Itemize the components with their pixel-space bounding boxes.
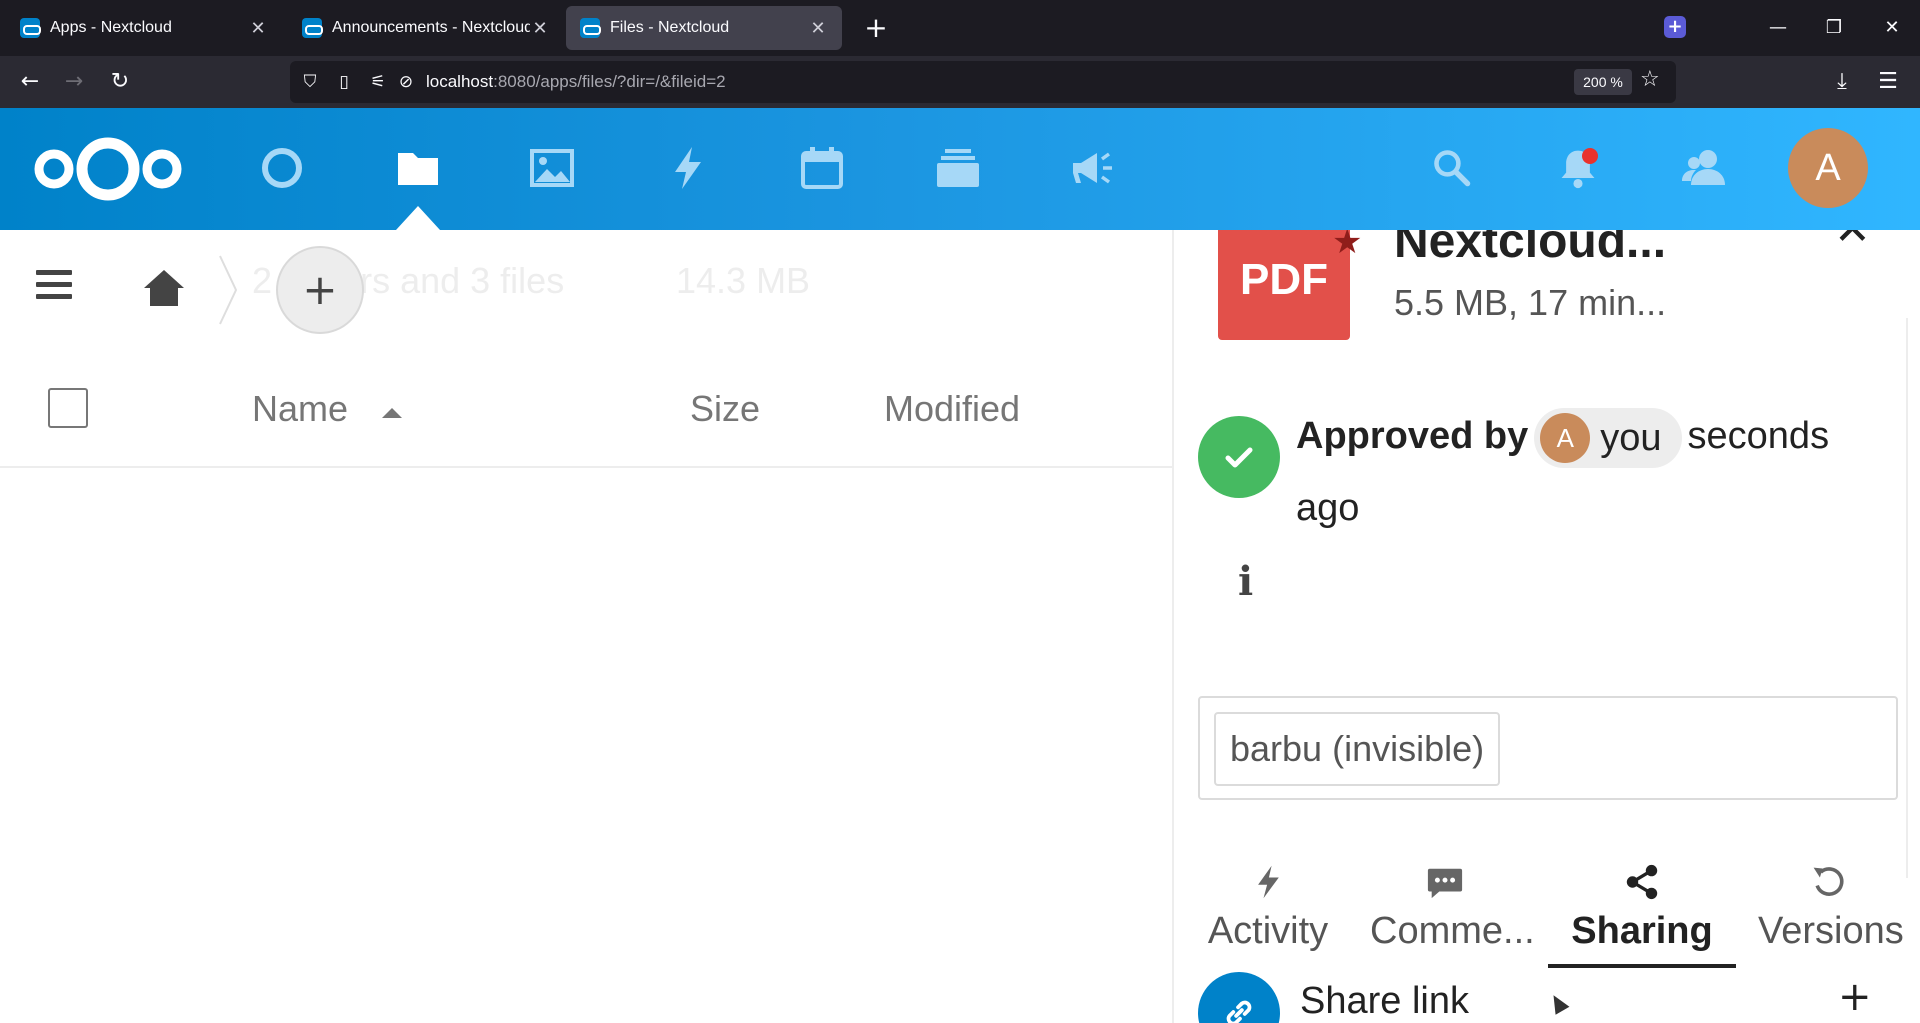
tab-label: Versions (1758, 910, 1904, 952)
versions-icon (1758, 858, 1898, 906)
permissions-icon[interactable]: ⚟ (366, 69, 390, 95)
nextcloud-favicon-icon (580, 18, 601, 38)
browser-tab-files[interactable]: Files - Nextcloud ✕ (566, 6, 842, 50)
comments-icon (1370, 858, 1520, 906)
close-window-icon[interactable]: ✕ (1872, 10, 1912, 46)
tab-comments[interactable]: Comme... (1370, 858, 1535, 966)
new-file-button[interactable]: + (276, 246, 364, 334)
column-name-header[interactable]: Name (252, 388, 348, 430)
tab-activity[interactable]: Activity (1196, 858, 1340, 966)
approver-name: you (1600, 416, 1662, 459)
nextcloud-header: A (0, 108, 1920, 230)
photos-icon[interactable] (522, 138, 582, 198)
url-host: localhost (426, 72, 494, 91)
dashboard-icon[interactable] (252, 138, 312, 198)
url-text[interactable]: localhost:8080/apps/files/?dir=/&fileid=… (426, 72, 726, 92)
tracking-blocked-icon[interactable]: ⊘ (394, 69, 418, 95)
active-app-indicator (396, 206, 440, 230)
select-all-checkbox[interactable] (48, 388, 88, 428)
approved-check-icon (1198, 416, 1280, 498)
add-share-link-icon[interactable]: + (1838, 974, 1872, 1020)
files-list-area: 2 folders and 3 files 14.3 MB + Name Siz… (0, 230, 1172, 1023)
forward-arrow-icon[interactable]: → (56, 64, 92, 100)
browser-tab-bar: Apps - Nextcloud ✕ Announcements - Nextc… (0, 0, 1920, 56)
nextcloud-logo-icon[interactable] (30, 130, 186, 208)
active-tab-underline (1548, 964, 1736, 968)
download-icon[interactable]: ⤓ (1824, 64, 1860, 100)
user-avatar[interactable]: A (1788, 128, 1868, 208)
list-header-divider (0, 466, 1172, 468)
browser-tab-apps[interactable]: Apps - Nextcloud ✕ (6, 6, 282, 50)
breadcrumb-separator-icon (219, 255, 238, 325)
tab-title: Files - Nextcloud (610, 19, 730, 36)
tab-title: Apps - Nextcloud (50, 19, 172, 36)
approver-avatar: A (1540, 412, 1591, 463)
bookmark-star-icon[interactable]: ☆ (1640, 67, 1660, 92)
system-tag[interactable]: barbu (invisible) (1214, 712, 1501, 786)
share-link-label: Share link (1300, 980, 1469, 1022)
files-total-size: 14.3 MB (676, 260, 811, 301)
tab-sharing[interactable]: Sharing (1548, 858, 1736, 966)
pdf-thumbnail: PDF (1218, 230, 1350, 340)
back-arrow-icon[interactable]: ← (12, 64, 48, 100)
approval-prefix: Approved by (1296, 415, 1529, 457)
link-icon (1198, 972, 1280, 1023)
page-info-icon[interactable]: ▯ (332, 69, 356, 95)
menu-icon[interactable]: ☰ (1870, 64, 1906, 100)
search-icon[interactable] (1422, 138, 1482, 198)
sort-ascending-icon[interactable] (382, 408, 402, 418)
activity-icon[interactable] (658, 138, 718, 198)
notification-dot (1582, 148, 1598, 164)
column-modified-header[interactable]: Modified (884, 388, 1020, 430)
approval-status: Approved by Ayou seconds ago (1296, 400, 1896, 544)
browser-nav-bar: ← → ↻ ⛉ ▯ ⚟ ⊘ localhost:8080/apps/files/… (0, 56, 1920, 108)
close-tab-icon[interactable]: ✕ (248, 18, 268, 39)
announcements-icon[interactable] (1062, 138, 1122, 198)
deck-icon[interactable] (928, 138, 988, 198)
file-details-sidebar: PDF ★ Nextcloud... 5.5 MB, 17 min... ✕ A… (1172, 230, 1920, 1023)
minimize-window-icon[interactable]: — (1758, 10, 1798, 46)
calendar-icon[interactable] (792, 138, 852, 198)
shield-icon[interactable]: ⛉ (298, 69, 322, 95)
tab-versions[interactable]: Versions (1758, 858, 1904, 966)
sidebar-scrollbar[interactable] (1906, 318, 1908, 878)
zoom-level[interactable]: 200 % (1574, 69, 1632, 95)
files-icon[interactable] (388, 138, 448, 198)
browser-tab-announcements[interactable]: Announcements - Nextcloud ✕ (288, 6, 564, 50)
tab-label: Comme... (1370, 910, 1535, 952)
activity-icon (1196, 858, 1340, 906)
favorite-star-icon[interactable]: ★ (1332, 230, 1362, 262)
navigation-toggle-icon[interactable] (36, 270, 72, 306)
tab-label: Sharing (1571, 910, 1713, 952)
share-link-row[interactable]: Share link + (1198, 970, 1898, 1023)
nextcloud-favicon-icon (302, 18, 323, 38)
restore-window-icon[interactable]: ❐ (1814, 10, 1854, 46)
column-size-header[interactable]: Size (690, 388, 760, 430)
url-bar[interactable]: ⛉ ▯ ⚟ ⊘ localhost:8080/apps/files/?dir=/… (290, 61, 1676, 103)
close-sidebar-icon[interactable]: ✕ (1834, 230, 1871, 255)
contacts-icon[interactable] (1674, 138, 1734, 198)
url-path: :8080/apps/files/?dir=/&fileid=2 (493, 72, 726, 91)
home-breadcrumb-icon[interactable] (142, 266, 186, 314)
sidebar-file-meta: 5.5 MB, 17 min... (1394, 282, 1667, 323)
close-tab-icon[interactable]: ✕ (530, 18, 550, 39)
system-tags-input[interactable]: barbu (invisible) (1198, 696, 1898, 800)
approver-user-chip[interactable]: Ayou (1534, 407, 1682, 468)
new-tab-button[interactable]: + (858, 10, 894, 46)
tab-label: Activity (1207, 910, 1329, 952)
nextcloud-favicon-icon (20, 18, 41, 38)
reload-icon[interactable]: ↻ (102, 64, 138, 100)
extension-icon[interactable]: + (1664, 16, 1686, 38)
share-icon (1548, 858, 1736, 906)
tab-title: Announcements - Nextcloud (332, 19, 530, 36)
sidebar-file-name: Nextcloud... (1394, 230, 1667, 268)
info-icon[interactable]: i (1238, 558, 1253, 605)
notifications-bell-icon[interactable] (1548, 138, 1608, 198)
close-tab-icon[interactable]: ✕ (808, 18, 828, 39)
